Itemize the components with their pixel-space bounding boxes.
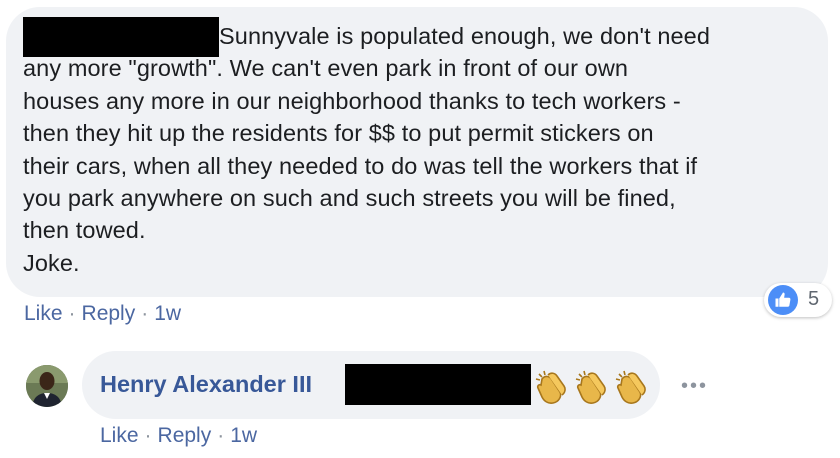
reaction-count: 5 [808, 288, 820, 310]
avatar[interactable] [26, 365, 68, 407]
separator: · [144, 424, 152, 447]
more-options-icon[interactable]: ••• [681, 375, 708, 398]
comment-actions: Like · Reply · 1w [24, 302, 181, 326]
reaction-summary[interactable]: 5 [764, 283, 832, 317]
emoji-group [534, 369, 652, 405]
reply-link[interactable]: Reply [158, 424, 212, 447]
clapping-hands-icon [535, 370, 566, 404]
redacted-name [23, 17, 219, 57]
clapping-hands-icon [575, 370, 606, 404]
thumbs-up-icon [768, 285, 798, 315]
reply-link[interactable]: Reply [82, 302, 136, 325]
timestamp[interactable]: 1w [230, 424, 257, 447]
like-link[interactable]: Like [100, 424, 139, 447]
clapping-hands-icon [615, 370, 646, 404]
like-link[interactable]: Like [24, 302, 63, 325]
reply-actions: Like · Reply · 1w [100, 424, 257, 448]
comment-text: Sunnyvale is populated enough, we don't … [23, 23, 711, 276]
redacted-text [345, 364, 531, 405]
timestamp[interactable]: 1w [154, 302, 181, 325]
author-name[interactable]: Henry Alexander III [100, 371, 312, 398]
separator: · [217, 424, 225, 447]
separator: · [141, 302, 149, 325]
separator: · [68, 302, 76, 325]
